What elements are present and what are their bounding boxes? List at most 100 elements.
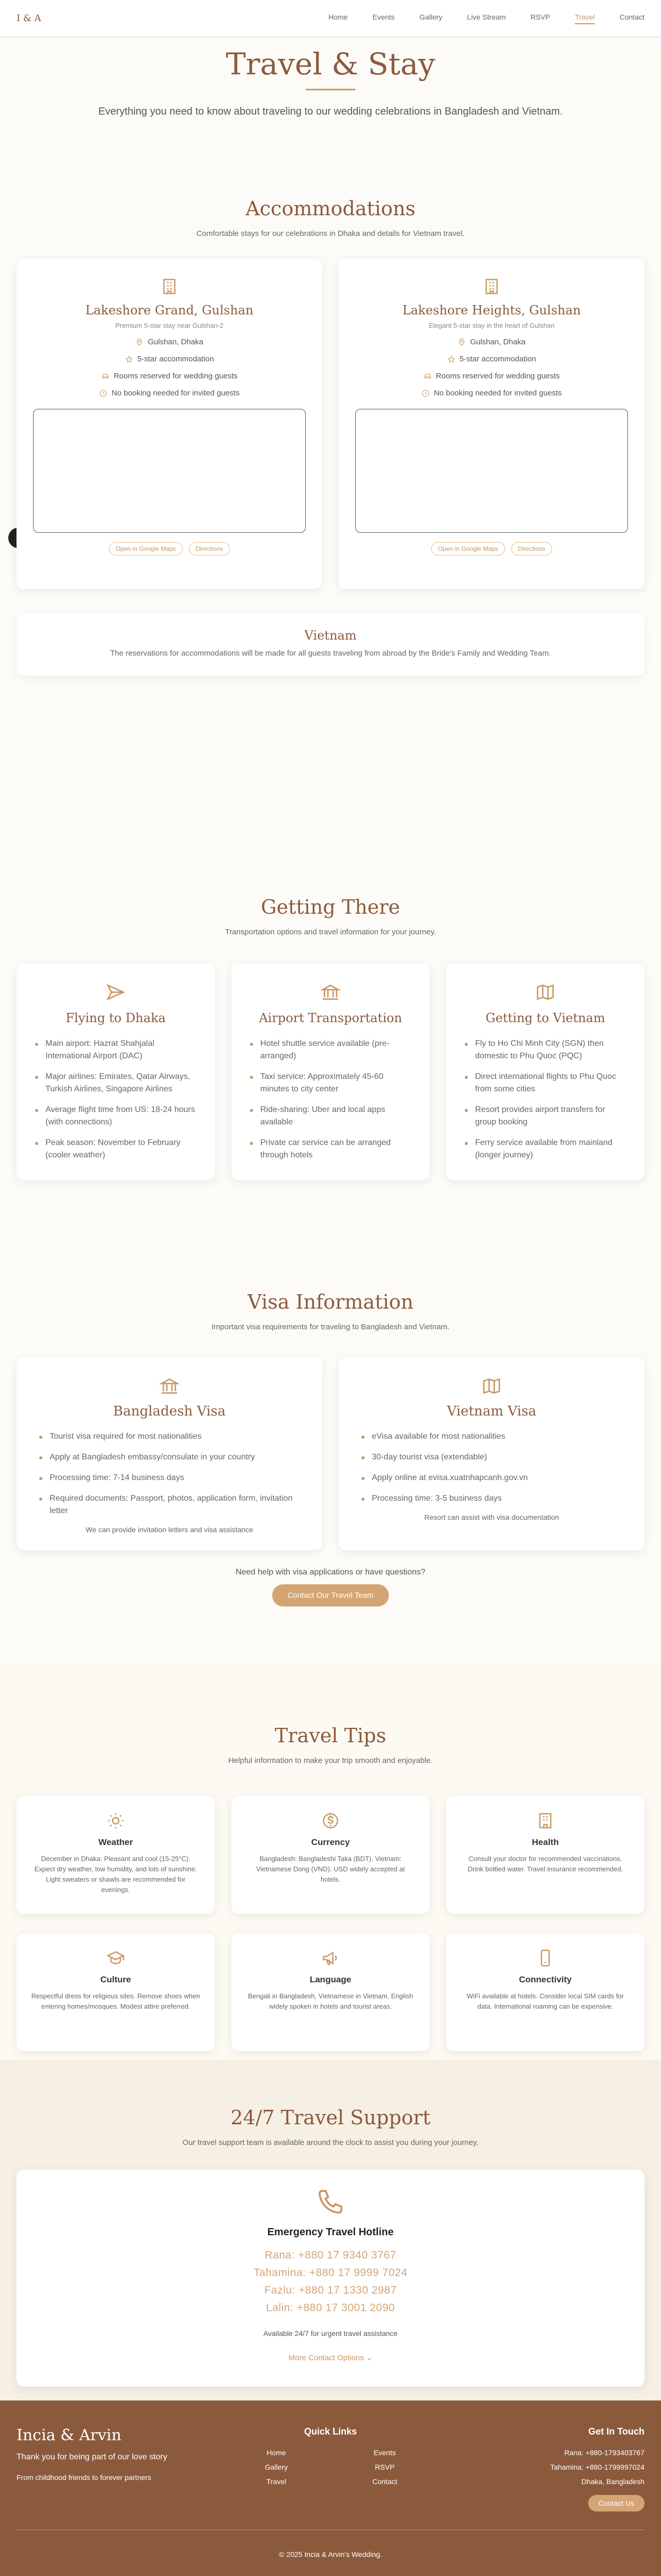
- hotel-card: Lakeshore Heights, Gulshan Elegant 5-sta…: [339, 259, 644, 589]
- footer-contact-line: Tahamina: +880-1799997024: [550, 2463, 644, 2471]
- tip-title: Culture: [100, 1975, 131, 1984]
- transport-item: Major airlines: Emirates, Qatar Airways,…: [33, 1071, 198, 1095]
- nav-link-home[interactable]: Home: [328, 13, 348, 24]
- nav-links: Home Events Gallery Live Stream RSVP Tra…: [328, 13, 644, 24]
- bank-icon: [159, 1376, 180, 1396]
- transport-card-title: Flying to Dhaka: [66, 1011, 166, 1025]
- building-icon: [536, 1811, 555, 1830]
- hotline-contact[interactable]: Rana: +880 17 9340 3767: [17, 2247, 644, 2264]
- map-icon: [481, 1376, 502, 1396]
- hotel-stars: 5-star accommodation: [459, 355, 537, 363]
- hotel-booking-row: No booking needed for invited guests: [17, 389, 322, 397]
- more-contact-options-button[interactable]: More Contact Options ⌄: [17, 2353, 644, 2362]
- hotel-map[interactable]: [33, 409, 306, 533]
- vietnam-accommodation-card: Vietnam The reservations for accommodati…: [17, 614, 644, 676]
- transport-item: Private car service can be arranged thro…: [248, 1137, 413, 1162]
- directions-button[interactable]: Directions: [188, 542, 230, 555]
- hotel-name: Lakeshore Grand, Gulshan: [85, 303, 254, 317]
- building-icon: [160, 277, 179, 296]
- visa-item: Required documents: Passport, photos, ap…: [37, 1492, 302, 1517]
- hotel-rooms: Rooms reserved for wedding guests: [113, 372, 238, 380]
- nav-link-travel[interactable]: Travel: [575, 13, 595, 24]
- visa-section: Visa Information Important visa requirem…: [0, 1291, 661, 1662]
- footer-link-contact[interactable]: Contact: [330, 2477, 439, 2486]
- visa-card-title: Bangladesh Visa: [113, 1404, 226, 1419]
- vietnam-title: Vietnam: [304, 628, 357, 643]
- transport-item: Average flight time from US: 18-24 hours…: [33, 1104, 198, 1128]
- visa-item: 30-day tourist visa (extendable): [359, 1451, 624, 1464]
- footer: Incia & Arvin Thank you for being part o…: [0, 2400, 661, 2576]
- tip-title: Language: [309, 1975, 352, 1984]
- transport-item: Direct international flights to Phu Quoc…: [463, 1071, 628, 1095]
- tip-card: Weather December in Dhaka: Pleasant and …: [17, 1796, 215, 1914]
- bank-icon: [320, 982, 341, 1003]
- footer-link-rsvp[interactable]: RSVP: [330, 2463, 439, 2471]
- building-icon: [482, 277, 501, 296]
- hotel-location: Gulshan, Dhaka: [148, 338, 203, 346]
- hotel-booking-row: No booking needed for invited guests: [339, 389, 644, 397]
- footer-link-events[interactable]: Events: [330, 2448, 439, 2457]
- tip-text: Bengali in Bangladesh, Vietnamese in Vie…: [248, 1992, 413, 2010]
- visa-note: Resort can assist with visa documentatio…: [424, 1513, 559, 1521]
- sun-icon: [106, 1811, 125, 1830]
- hero-subtitle: Everything you need to know about travel…: [98, 106, 563, 117]
- send-icon: [105, 982, 126, 1003]
- footer-link-home[interactable]: Home: [222, 2448, 330, 2457]
- accommodations-section: K Accommodations Comfortable stays for o…: [0, 186, 661, 702]
- getting-there-subtitle: Transportation options and travel inform…: [225, 928, 436, 936]
- site-logo[interactable]: I & A: [17, 13, 41, 24]
- footer-brand: Incia & Arvin: [17, 2426, 122, 2444]
- hotel-tagline: Elegant 5-star stay in the heart of Guls…: [429, 322, 555, 329]
- footer-link-gallery[interactable]: Gallery: [222, 2463, 330, 2471]
- hotel-rooms-row: Rooms reserved for wedding guests: [339, 372, 644, 380]
- tip-text: WiFi available at hotels. Consider local…: [466, 1992, 624, 2010]
- nav-link-events[interactable]: Events: [372, 13, 395, 24]
- visa-item: Apply at Bangladesh embassy/consulate in…: [37, 1451, 302, 1464]
- megaphone-icon: [321, 1949, 340, 1967]
- car-icon: [424, 373, 431, 379]
- hotel-booking: No booking needed for invited guests: [112, 389, 240, 397]
- footer-contact-button[interactable]: Contact Us: [588, 2495, 644, 2511]
- dollar-icon: [321, 1811, 340, 1830]
- hotline-contact[interactable]: Tahamina: +880 17 9999 7024: [17, 2264, 644, 2282]
- nav-link-gallery[interactable]: Gallery: [419, 13, 442, 24]
- page-title: Travel & Stay: [226, 46, 435, 82]
- hero-section: Travel & Stay Everything you need to kno…: [0, 37, 661, 186]
- hotline-contact[interactable]: Fazlu: +880 17 1330 2987: [17, 2282, 644, 2299]
- get-in-touch-title: Get In Touch: [588, 2426, 644, 2437]
- top-nav: I & A Home Events Gallery Live Stream RS…: [0, 0, 661, 37]
- hotel-grid: Lakeshore Grand, Gulshan Premium 5-star …: [0, 259, 661, 589]
- nav-link-live-stream[interactable]: Live Stream: [467, 13, 506, 24]
- phone-call-icon: [316, 2187, 345, 2216]
- visa-item: Processing time: 7-14 business days: [37, 1472, 302, 1484]
- tip-title: Weather: [98, 1837, 133, 1847]
- hotel-map[interactable]: [355, 409, 628, 533]
- nav-link-contact[interactable]: Contact: [620, 13, 644, 24]
- transport-card: Getting to Vietnam Fly to Ho Chi Minh Ci…: [446, 963, 644, 1180]
- footer-link-travel[interactable]: Travel: [222, 2477, 330, 2486]
- clock-icon: [100, 389, 107, 397]
- visa-card: Bangladesh Visa Tourist visa required fo…: [17, 1357, 322, 1550]
- map-pin-icon: [137, 338, 143, 346]
- hotline-contact[interactable]: Lalin: +880 17 3001 2090: [17, 2299, 644, 2317]
- hotel-location-row: Gulshan, Dhaka: [339, 338, 644, 346]
- travel-tips-section: Travel Tips Helpful information to make …: [0, 1662, 661, 2060]
- quick-links-title: Quick Links: [304, 2426, 357, 2437]
- star-icon: [125, 355, 133, 362]
- tip-title: Currency: [311, 1837, 350, 1847]
- hotel-name: Lakeshore Heights, Gulshan: [402, 303, 581, 317]
- tips-title: Travel Tips: [275, 1724, 386, 1747]
- tip-text: December in Dhaka: Pleasant and cool (15…: [34, 1855, 197, 1894]
- transport-card: Flying to Dhaka Main airport: Hazrat Sha…: [17, 963, 215, 1180]
- hotline-availability: Available 24/7 for urgent travel assista…: [263, 2329, 398, 2338]
- open-google-maps-button[interactable]: Open in Google Maps: [108, 542, 183, 555]
- contact-travel-team-button[interactable]: Contact Our Travel Team: [272, 1584, 389, 1607]
- star-icon: [447, 355, 455, 362]
- tip-text: Respectful dress for religious sites. Re…: [31, 1992, 200, 2010]
- nav-link-rsvp[interactable]: RSVP: [530, 13, 550, 24]
- hotel-stars-row: 5-star accommodation: [339, 355, 644, 363]
- open-google-maps-button[interactable]: Open in Google Maps: [431, 542, 505, 555]
- directions-button[interactable]: Directions: [511, 542, 553, 555]
- support-subtitle: Our travel support team is available aro…: [182, 2138, 479, 2147]
- footer-copyright: © 2025 Incia & Arvin's Wedding.: [279, 2550, 382, 2558]
